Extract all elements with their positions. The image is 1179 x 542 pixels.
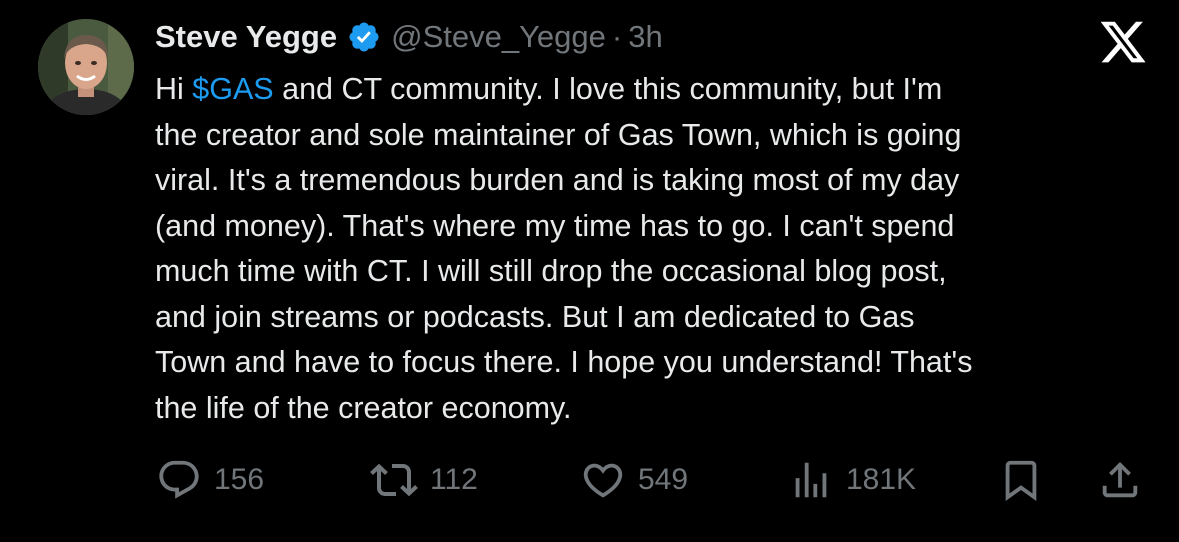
tweet-line-8: the life of the creator economy. bbox=[155, 390, 572, 425]
views-count: 181K bbox=[846, 463, 917, 496]
views-chart-icon bbox=[788, 457, 834, 503]
retweet-count: 112 bbox=[430, 463, 478, 496]
author-handle[interactable]: @Steve_Yegge bbox=[391, 19, 606, 55]
x-logo-icon[interactable] bbox=[1098, 16, 1148, 68]
heart-icon bbox=[580, 457, 626, 503]
bookmark-button[interactable] bbox=[998, 452, 1044, 508]
avatar[interactable] bbox=[38, 19, 134, 115]
reply-icon bbox=[156, 457, 202, 503]
share-icon bbox=[1097, 457, 1143, 503]
tweet-timestamp[interactable]: 3h bbox=[628, 19, 662, 55]
tweet-line-1: Hi $GAS and CT community. I love this co… bbox=[155, 67, 1160, 113]
tweet-line-6: and join streams or podcasts. But I am d… bbox=[155, 299, 915, 334]
reply-count: 156 bbox=[214, 463, 265, 496]
bookmark-icon bbox=[998, 457, 1044, 503]
tweet-text: Hi $GAS and CT community. I love this co… bbox=[155, 67, 1160, 431]
action-bar: 156 112 549 181K bbox=[0, 452, 1179, 508]
tweet-line-7: Town and have to focus there. I hope you… bbox=[155, 345, 973, 379]
views-button[interactable]: 181K bbox=[788, 452, 916, 508]
like-count: 549 bbox=[638, 463, 689, 496]
cashtag-link[interactable]: $GAS bbox=[192, 72, 273, 106]
tweet-line-5: much time with CT. I will still drop the… bbox=[155, 254, 947, 288]
tweet-header: Steve Yegge @Steve_Yegge · 3h bbox=[155, 14, 663, 60]
tweet-card: Steve Yegge @Steve_Yegge · 3h Hi $GAS an… bbox=[0, 0, 1179, 542]
greeting-text: Hi bbox=[155, 72, 193, 106]
like-button[interactable]: 549 bbox=[580, 452, 688, 508]
verified-badge-icon bbox=[347, 20, 381, 54]
separator-dot: · bbox=[611, 19, 623, 54]
avatar-image bbox=[38, 19, 134, 115]
tweet-line-4: (and money). That's where my time has to… bbox=[155, 208, 955, 243]
tweet-line-2: the creator and sole maintainer of Gas T… bbox=[155, 117, 962, 152]
share-button[interactable] bbox=[1097, 452, 1143, 508]
line-1-text: and CT community. I love this community,… bbox=[273, 72, 943, 106]
retweet-icon bbox=[370, 456, 418, 504]
retweet-button[interactable]: 112 bbox=[370, 452, 478, 508]
reply-button[interactable]: 156 bbox=[156, 452, 264, 508]
tweet-line-3: viral. It's a tremendous burden and is t… bbox=[155, 163, 960, 197]
author-name[interactable]: Steve Yegge bbox=[155, 19, 337, 55]
